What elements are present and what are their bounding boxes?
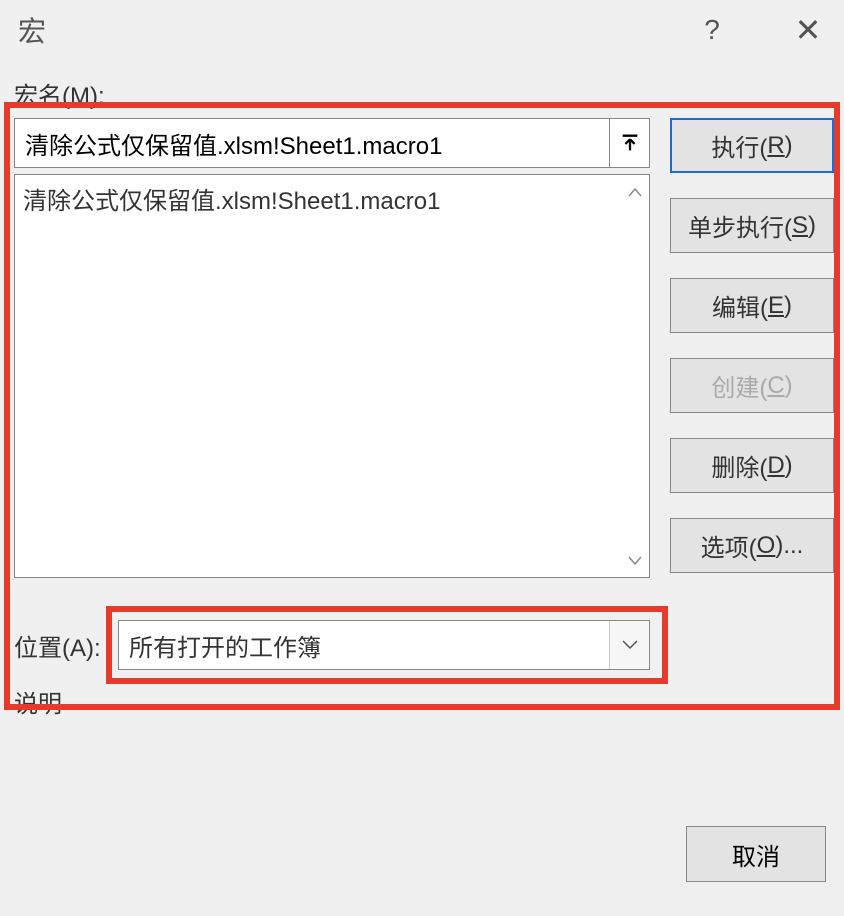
- description-label: 说明: [14, 684, 62, 719]
- window-controls: ? ✕: [694, 11, 826, 49]
- edit-button[interactable]: 编辑(E): [670, 278, 834, 333]
- dialog-title: 宏: [18, 10, 46, 50]
- scroll-down-icon[interactable]: [628, 550, 642, 571]
- content-area: 清除公式仅保留值.xlsm!Sheet1.macro1 执行(R) 单步执行(S…: [14, 112, 830, 916]
- macro-list-items: 清除公式仅保留值.xlsm!Sheet1.macro1: [15, 175, 621, 577]
- button-column: 执行(R) 单步执行(S) 编辑(E) 创建(C) 删除(D) 选项(O)...: [670, 118, 834, 573]
- options-button[interactable]: 选项(O)...: [670, 518, 834, 573]
- location-label: 位置(A):: [14, 628, 118, 663]
- list-item[interactable]: 清除公式仅保留值.xlsm!Sheet1.macro1: [23, 181, 613, 216]
- location-select[interactable]: 所有打开的工作簿: [118, 620, 650, 670]
- location-row: 位置(A): 所有打开的工作簿: [14, 620, 650, 670]
- location-select-value: 所有打开的工作簿: [119, 628, 609, 663]
- step-into-button[interactable]: 单步执行(S): [670, 198, 834, 253]
- cancel-button[interactable]: 取消: [686, 826, 826, 882]
- macro-list-scrollbar[interactable]: [621, 175, 649, 577]
- macro-name-row: [14, 118, 650, 168]
- macro-list[interactable]: 清除公式仅保留值.xlsm!Sheet1.macro1: [14, 174, 650, 578]
- titlebar: 宏 ? ✕: [0, 0, 844, 60]
- help-icon[interactable]: ?: [694, 14, 730, 46]
- macro-collapse-button[interactable]: [610, 118, 650, 168]
- scroll-up-icon[interactable]: [628, 181, 642, 202]
- create-button: 创建(C): [670, 358, 834, 413]
- macro-name-input[interactable]: [14, 118, 610, 168]
- chevron-down-icon[interactable]: [609, 621, 649, 669]
- delete-button[interactable]: 删除(D): [670, 438, 834, 493]
- macro-name-label: 宏名(M):: [14, 76, 105, 111]
- close-icon[interactable]: ✕: [790, 11, 826, 49]
- collapse-up-icon: [619, 132, 641, 154]
- run-button[interactable]: 执行(R): [670, 118, 834, 173]
